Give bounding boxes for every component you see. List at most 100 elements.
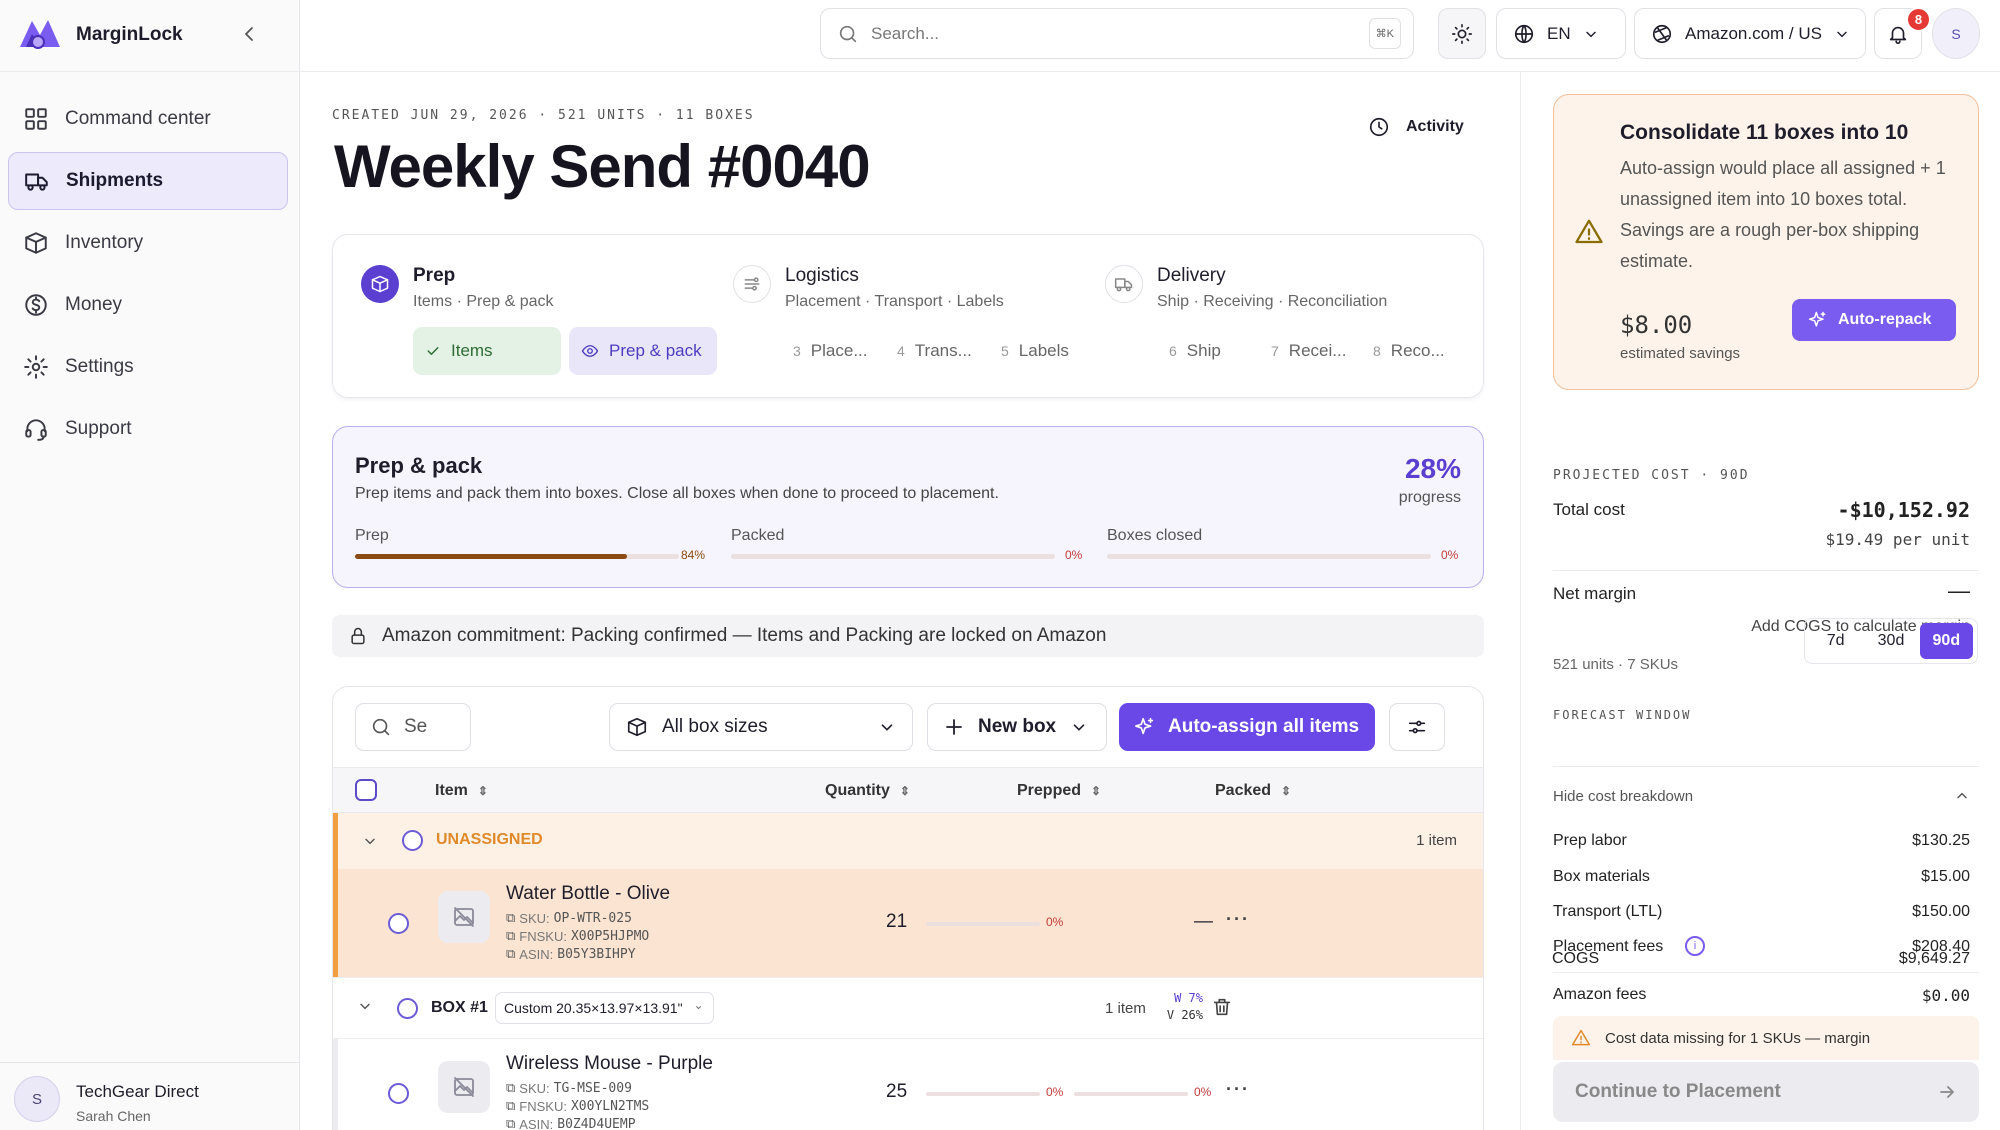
box-size-dropdown[interactable]: Custom 20.35×13.97×13.91" ⌄ — [495, 992, 714, 1024]
no-image-icon — [438, 1061, 490, 1113]
item-search-input[interactable]: Se — [355, 703, 471, 751]
nav-support[interactable]: Support — [8, 400, 288, 458]
bell-icon — [1889, 26, 1907, 44]
step-receiving[interactable]: 7 Recei... — [1271, 341, 1346, 361]
step-reconciliation[interactable]: 8 Reco... — [1373, 341, 1445, 361]
forecast-option-90d[interactable]: 90d — [1919, 623, 1973, 659]
copy-icon[interactable]: ⧉ — [506, 1117, 515, 1130]
nav-label: Shipments — [66, 170, 164, 191]
box-size-select[interactable]: All box sizes — [609, 703, 913, 751]
prep-bar-label: Prep — [355, 527, 389, 544]
step-number: 8 — [1373, 343, 1381, 359]
unassigned-group-row[interactable]: UNASSIGNED 1 item — [333, 813, 1483, 869]
trash-icon[interactable] — [1211, 996, 1233, 1018]
globe-icon — [1514, 24, 1534, 43]
packed-mini-bar — [1074, 1092, 1188, 1096]
step-prep-pack[interactable]: Prep & pack — [569, 327, 717, 375]
auto-assign-button[interactable]: Auto-assign all items — [1119, 703, 1375, 751]
collapse-sidebar-icon[interactable] — [240, 24, 260, 44]
step-ship[interactable]: 6 Ship — [1169, 341, 1221, 361]
cost-panel: Consolidate 11 boxes into 10 Auto-assign… — [1520, 72, 2000, 1130]
chevron-down-icon[interactable] — [357, 998, 373, 1014]
amazon-commitment-notice: Amazon commitment: Packing confirmed — I… — [332, 615, 1484, 657]
estimated-savings-label: estimated savings — [1620, 345, 1741, 362]
step-number: 3 — [793, 343, 801, 359]
step-labels[interactable]: 5 Labels — [1001, 341, 1069, 361]
breakdown-label: Amazon fees — [1553, 986, 1647, 1003]
step-number: 4 — [897, 343, 905, 359]
forecast-option-30d[interactable]: 30d — [1864, 623, 1917, 659]
box-group-checkbox[interactable] — [397, 998, 418, 1019]
box-group-row[interactable]: BOX #1 Custom 20.35×13.97×13.91" ⌄ 1 ite… — [333, 977, 1483, 1039]
workspace-name: TechGear Direct — [76, 1082, 199, 1101]
marketplace-select[interactable]: Amazon.com / US — [1634, 8, 1866, 59]
prep-progress-fill — [355, 554, 628, 559]
copy-icon[interactable]: ⧉ — [506, 1081, 515, 1096]
row-menu-icon[interactable]: ··· — [1226, 909, 1250, 930]
unassigned-group-checkbox[interactable] — [402, 830, 423, 851]
breakdown-value: $130.25 — [1912, 832, 1970, 849]
sku-value: OP-WTR-025 — [553, 911, 632, 926]
notifications-button[interactable]: 8 — [1874, 7, 1931, 59]
nav-inventory[interactable]: Inventory — [8, 214, 288, 272]
activity-button[interactable]: Activity — [1368, 116, 1464, 138]
step-number: 6 — [1169, 343, 1177, 359]
table-row[interactable]: Water Bottle - Olive ⧉ SKU: OP-WTR-025 ⧉ FN… — [333, 869, 1483, 977]
step-items[interactable]: Items — [413, 327, 561, 375]
no-image-icon — [438, 891, 490, 943]
col-prepped[interactable]: Prepped ⇕ — [1017, 782, 1101, 800]
select-all-checkbox[interactable] — [355, 779, 377, 801]
box-size-value: All box sizes — [662, 716, 768, 737]
filter-settings-button[interactable] — [1389, 703, 1445, 751]
col-packed[interactable]: Packed ⇕ — [1215, 782, 1291, 800]
copy-icon[interactable]: ⧉ — [506, 1099, 515, 1114]
workspace-switcher[interactable]: S TechGear Direct Sarah Chen — [0, 1062, 300, 1130]
breakdown-value: $0.00 — [1921, 986, 1970, 1005]
row-checkbox[interactable] — [388, 913, 409, 934]
asin-value: B05Y3BIHPY — [557, 947, 636, 962]
consolidate-card: Consolidate 11 boxes into 10 Auto-assign… — [1553, 94, 1979, 390]
nav-settings[interactable]: Settings — [8, 338, 288, 396]
breakdown-label-cogs: COGS — [1552, 950, 1600, 967]
logistics-stage-icon — [733, 265, 771, 303]
step-number: 5 — [1001, 343, 1009, 359]
row-menu-icon[interactable]: ··· — [1226, 1079, 1250, 1100]
new-box-button[interactable]: New box — [927, 703, 1107, 751]
chevron-up-icon[interactable] — [1954, 788, 1970, 804]
col-quantity[interactable]: Quantity ⇕ — [825, 782, 910, 800]
copy-icon[interactable]: ⧉ — [506, 911, 515, 926]
item-sku: ⧉ SKU: OP-WTR-025 — [506, 911, 632, 926]
continue-to-placement-button[interactable]: Continue to Placement — [1553, 1062, 1979, 1122]
cost-breakdown-toggle[interactable]: Hide cost breakdown — [1553, 788, 1693, 805]
breakdown-value: $150.00 — [1912, 903, 1970, 920]
theme-toggle-button[interactable] — [1438, 8, 1486, 59]
sort-icon: ⇕ — [1281, 784, 1292, 798]
step-transport[interactable]: 4 Trans... — [897, 341, 972, 361]
divider — [1553, 972, 1979, 973]
auto-repack-button[interactable]: Auto-repack — [1792, 299, 1956, 341]
forecast-window-caption: FORECAST WINDOW — [1553, 708, 1692, 722]
prepped-mini-bar — [926, 922, 1040, 926]
nav-money[interactable]: Money — [8, 276, 288, 334]
global-search-input[interactable]: Search... ⌘K — [820, 8, 1414, 59]
grid-icon — [25, 108, 47, 130]
box-size-value: Custom 20.35×13.97×13.91" — [504, 1000, 683, 1016]
nav-shipments[interactable]: Shipments — [8, 152, 288, 210]
table-row[interactable]: Wireless Mouse - Purple ⧉ SKU: TG-MSE-009 … — [333, 1039, 1483, 1130]
step-placement[interactable]: 3 Place... — [793, 341, 868, 361]
language-select[interactable]: EN — [1496, 8, 1626, 59]
chevron-down-icon[interactable] — [362, 833, 378, 849]
col-item[interactable]: Item ⇕ — [435, 782, 488, 800]
nav-command-center[interactable]: Command center — [8, 90, 288, 148]
user-avatar[interactable]: S — [1932, 8, 1980, 59]
item-name: Wireless Mouse - Purple — [506, 1053, 713, 1074]
info-icon[interactable]: i — [1685, 936, 1705, 956]
copy-icon[interactable]: ⧉ — [506, 947, 515, 962]
total-cost-value: -$10,152.92 — [1837, 498, 1970, 522]
row-checkbox[interactable] — [388, 1083, 409, 1104]
copy-icon[interactable]: ⧉ — [506, 929, 515, 944]
breakdown-value-cogs: $9,649.27 — [1898, 950, 1970, 967]
prep-pack-title: Prep & pack — [355, 453, 483, 478]
prepped-value: 0% — [1046, 1085, 1064, 1099]
forecast-option-7d[interactable]: 7d — [1809, 623, 1862, 659]
